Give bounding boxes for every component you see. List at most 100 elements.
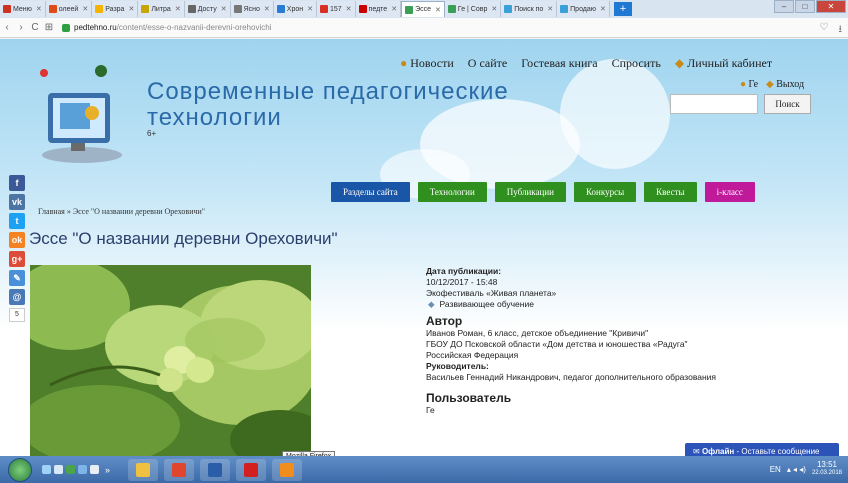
apps-icon[interactable]: ⊞	[42, 22, 56, 33]
facebook-icon[interactable]: f	[9, 175, 25, 191]
site-title-line1[interactable]: Современные педагогические	[147, 79, 509, 105]
tab-close-icon[interactable]: ✕	[221, 5, 227, 13]
tray-icons[interactable]: ▴ ◂ ◂)	[787, 465, 806, 474]
browser-tab[interactable]: Хрон ✕	[273, 1, 317, 17]
tab-close-icon[interactable]: ✕	[128, 5, 134, 13]
browser-tab[interactable]: Ге | Совр ✕	[444, 1, 502, 17]
twitter-icon[interactable]: t	[9, 213, 25, 229]
user-name[interactable]: Ге	[749, 79, 758, 90]
clock[interactable]: 13:51 22.03.2018	[812, 460, 842, 478]
tab-close-icon[interactable]: ✕	[547, 5, 553, 13]
page-title: Эссе "О названии деревни Ореховичи"	[29, 229, 338, 248]
tab-close-icon[interactable]: ✕	[307, 5, 313, 13]
browser-tab[interactable]: Литра ✕	[138, 1, 185, 17]
site-title[interactable]: Современные педагогические технологии	[147, 79, 509, 131]
tab-favicon-icon	[447, 5, 456, 13]
browser-tab[interactable]: Досту ✕	[184, 1, 231, 17]
search-button[interactable]: Поиск	[764, 94, 811, 114]
chat-text: - Оставьте сообщение	[734, 447, 820, 456]
minimize-button[interactable]: –	[774, 0, 794, 13]
browser-tab[interactable]: олеей ✕	[45, 1, 93, 17]
tab-label: Хрон	[286, 5, 304, 13]
menu-item[interactable]: Конкурсы	[574, 182, 637, 202]
quick-launch-expand[interactable]: »	[105, 465, 110, 475]
download-icon[interactable]: ⭳	[839, 22, 843, 39]
ask-link[interactable]: Спросить	[612, 56, 661, 71]
vk-icon[interactable]: vk	[9, 194, 25, 210]
guestbook-link[interactable]: Гостевая книга	[521, 56, 597, 71]
tab-favicon-icon	[560, 5, 569, 13]
odnoklassniki-icon[interactable]: ok	[9, 232, 25, 248]
article-user[interactable]: Ге	[426, 405, 716, 416]
tab-close-icon[interactable]: ✕	[391, 5, 397, 13]
reload-button[interactable]: C	[28, 22, 42, 33]
quick-launch-icon[interactable]	[66, 465, 75, 474]
menu-item[interactable]: i-класс	[704, 182, 755, 202]
about-link[interactable]: О сайте	[468, 56, 507, 71]
menu-item[interactable]: Квесты	[644, 182, 697, 202]
menu-item[interactable]: Технологии	[417, 182, 487, 202]
menu-item[interactable]: Публикации	[494, 182, 566, 202]
browser-tab[interactable]: 157 ✕	[316, 1, 356, 17]
search-input[interactable]	[670, 94, 758, 114]
cabinet-link-label[interactable]: Личный кабинет	[687, 56, 772, 70]
user-heading: Пользователь	[426, 391, 512, 405]
maximize-button[interactable]: □	[795, 0, 815, 13]
cabinet-link[interactable]: ◆ Личный кабинет	[675, 56, 772, 71]
browser-tab[interactable]: Поиск по ✕	[501, 1, 558, 17]
tab-close-icon[interactable]: ✕	[435, 6, 441, 14]
start-button[interactable]	[8, 457, 32, 482]
browser-tab[interactable]: Ясно ✕	[230, 1, 274, 17]
taskbar-word-button[interactable]	[200, 458, 231, 481]
news-link[interactable]: ● Новости	[400, 56, 454, 71]
browser-tab[interactable]: Меню ✕	[0, 1, 46, 17]
taskbar-opera-button[interactable]	[236, 458, 267, 481]
menu-item[interactable]: Разделы сайта	[331, 182, 410, 202]
news-link-label[interactable]: Новости	[410, 56, 454, 70]
breadcrumb[interactable]: Главная » Эссе "О названии деревни Орехо…	[38, 207, 205, 216]
taskbar-firefox-button[interactable]	[272, 458, 303, 481]
taskbar-chrome-button[interactable]	[164, 458, 195, 481]
user-link[interactable]: ● Ге	[740, 79, 758, 90]
language-indicator[interactable]: EN	[770, 465, 781, 474]
logout-link[interactable]: ◆ Выход	[766, 79, 804, 90]
online-chat-widget[interactable]: ✉ Офлайн - Оставьте сообщение	[685, 443, 839, 456]
quick-launch-icon[interactable]	[54, 465, 63, 474]
logout-label[interactable]: Выход	[776, 79, 804, 90]
tab-close-icon[interactable]: ✕	[264, 5, 270, 13]
taskbar-explorer-button[interactable]	[128, 458, 159, 481]
tab-close-icon[interactable]: ✕	[82, 5, 88, 13]
tab-favicon-icon	[233, 5, 242, 13]
tag-label[interactable]: Развивающее обучение	[440, 299, 534, 310]
browser-tab[interactable]: педте ✕	[355, 1, 402, 17]
word-icon	[208, 462, 223, 477]
site-title-line2[interactable]: технологии	[147, 105, 509, 131]
url-field[interactable]: pedtehno.ru/content/esse-o-nazvanii-dere…	[62, 23, 271, 32]
new-tab-button[interactable]: +	[613, 2, 632, 16]
window-controls: – □ ✕	[774, 0, 846, 13]
explorer-icon	[136, 462, 151, 477]
quick-launch-icon[interactable]	[42, 465, 51, 474]
tab-close-icon[interactable]: ✕	[600, 5, 606, 13]
quick-launch-icon[interactable]	[78, 465, 87, 474]
festival-link[interactable]: Экофестиваль «Живая планета»	[426, 288, 716, 299]
back-button[interactable]: ‹	[0, 22, 14, 33]
tab-close-icon[interactable]: ✕	[36, 5, 42, 13]
browser-tab-bar: Меню ✕ олеей ✕ Разра ✕ Литра ✕ Досту ✕ Ясно ✕ Хрон ✕ 1…	[0, 0, 848, 18]
browser-tab[interactable]: Разра ✕	[92, 1, 139, 17]
livejournal-icon[interactable]: ✎	[9, 270, 25, 286]
quick-launch-icon[interactable]	[90, 465, 99, 474]
browser-tab[interactable]: Эссе ✕	[401, 1, 445, 17]
tab-close-icon[interactable]: ✕	[175, 5, 181, 13]
tab-close-icon[interactable]: ✕	[346, 5, 352, 13]
main-menu: Разделы сайта Технологии Публикации Конкурс…	[331, 182, 755, 202]
tag-link[interactable]: ◆ Развивающее обучение	[428, 299, 716, 310]
tab-label: Поиск по	[514, 5, 544, 13]
tab-close-icon[interactable]: ✕	[491, 5, 497, 13]
close-window-button[interactable]: ✕	[816, 0, 846, 13]
forward-button[interactable]: ›	[14, 22, 28, 33]
google-plus-icon[interactable]: g+	[9, 251, 25, 267]
email-icon[interactable]: @	[9, 289, 25, 305]
browser-tab[interactable]: Продаю ✕	[557, 1, 610, 17]
heart-icon[interactable]: ♡	[820, 22, 829, 39]
